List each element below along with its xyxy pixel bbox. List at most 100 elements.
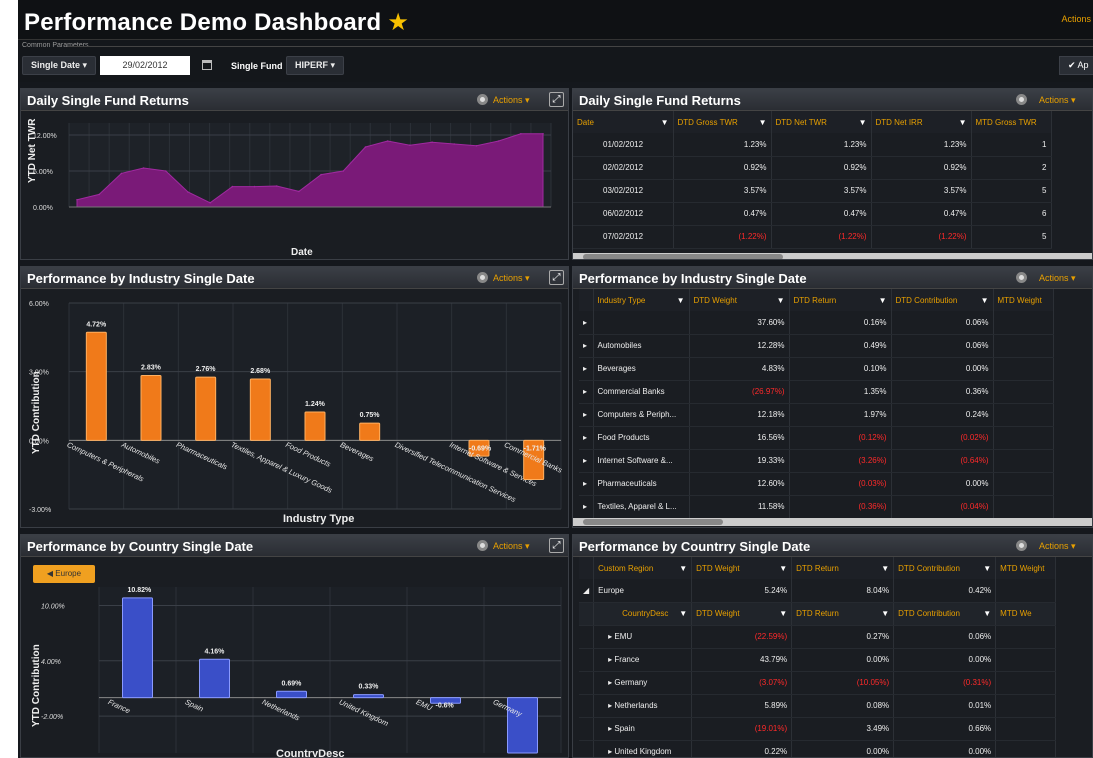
table-row[interactable]: ▸ Netherlands 5.89% 0.08% 0.01%	[579, 694, 1057, 718]
column-header[interactable]: DTD Weight ▼	[691, 557, 793, 579]
single-date-dropdown[interactable]: Single Date ▾	[22, 56, 97, 75]
column-header[interactable]: DTD Contribution ▼	[891, 289, 994, 311]
filter-icon[interactable]: ▼	[777, 296, 785, 305]
table-cell: Pharmaceuticals	[593, 472, 690, 496]
horizontal-scrollbar[interactable]	[573, 253, 1092, 259]
country-chart-panel: Performance by Country Single Date Actio…	[20, 534, 569, 758]
favorite-star-icon[interactable]: ★	[387, 9, 409, 36]
single-fund-dropdown[interactable]: HIPERF ▾	[286, 56, 345, 75]
gear-icon[interactable]	[1016, 540, 1027, 551]
table-row[interactable]: ▸ Computers & Periph... 12.18% 1.97% 0.24%	[579, 403, 1054, 427]
filter-icon[interactable]: ▼	[983, 564, 991, 573]
scrollbar-thumb[interactable]	[583, 519, 723, 525]
table-row[interactable]: ▸ Internet Software &... 19.33% (3.26%) (0.6…	[579, 449, 1054, 473]
table-row[interactable]: ▸ France 43.79% 0.00% 0.00%	[579, 648, 1057, 672]
actions-menu[interactable]: Actions ▾	[1039, 95, 1076, 106]
actions-menu[interactable]: Actions ▾	[1039, 541, 1076, 552]
dashboard-app: Performance Demo Dashboard ★ Actions Comm…	[18, 0, 1093, 758]
top-actions-menu[interactable]: Actions	[1061, 14, 1091, 24]
table-cell	[993, 495, 1054, 519]
filter-icon[interactable]: ▼	[879, 296, 887, 305]
single-date-input[interactable]: 29/02/2012	[100, 56, 190, 75]
table-cell: 0.00%	[891, 357, 994, 381]
actions-menu[interactable]: Actions ▾	[493, 541, 530, 552]
gear-icon[interactable]	[477, 94, 488, 105]
filter-icon[interactable]: ▼	[859, 118, 867, 127]
table-cell: ▸ Germany	[593, 671, 693, 695]
expand-column-header[interactable]	[579, 557, 595, 579]
table-cell	[993, 472, 1054, 496]
actions-menu[interactable]: Actions ▾	[1039, 273, 1076, 284]
filter-icon[interactable]: ▼	[679, 564, 687, 573]
column-header[interactable]: Industry Type ▼	[593, 289, 690, 311]
gear-icon[interactable]	[1016, 94, 1027, 105]
panel-title: Daily Single Fund Returns	[579, 93, 741, 108]
sub-column-header: CountryDesc ▼	[593, 602, 693, 626]
table-cell: (1.22%)	[673, 225, 772, 249]
calendar-icon[interactable]	[202, 60, 212, 70]
table-row[interactable]: ▸ Spain (19.01%) 3.49% 0.66%	[579, 717, 1057, 741]
table-row[interactable]: ▸ United Kingdom 0.22% 0.00% 0.00%	[579, 740, 1057, 757]
horizontal-scrollbar[interactable]	[573, 518, 1092, 526]
column-header[interactable]: DTD Return ▼	[791, 557, 895, 579]
filter-icon[interactable]: ▼	[759, 118, 767, 127]
europe-breadcrumb-button[interactable]: ◀ Europe	[33, 565, 95, 583]
table-row[interactable]: ▸ Commercial Banks (26.97%) 1.35% 0.36%	[579, 380, 1054, 404]
filter-icon[interactable]: ▼	[959, 118, 967, 127]
y-tick-label: -2.00%	[41, 714, 63, 721]
table-row[interactable]: 07/02/2012 (1.22%) (1.22%) (1.22%) 5	[573, 225, 1052, 249]
country-contribution-bar-chart: 10.00%4.00%-2.00%10.82%France4.16%Spain0…	[31, 587, 562, 757]
filter-icon[interactable]: ▼	[983, 609, 991, 618]
column-header[interactable]: DTD Net TWR ▼	[771, 111, 872, 133]
table-row[interactable]: ▸ EMU (22.59%) 0.27% 0.06%	[579, 625, 1057, 649]
filter-icon[interactable]: ▼	[981, 296, 989, 305]
table-row[interactable]: ▸ Germany (3.07%) (10.05%) (0.31%)	[579, 671, 1057, 695]
table-row[interactable]: 03/02/2012 3.57% 3.57% 3.57% 5	[573, 179, 1052, 203]
expand-icon[interactable]: ⤢	[549, 92, 564, 107]
actions-menu[interactable]: Actions ▾	[493, 273, 530, 284]
expand-icon[interactable]: ⤢	[549, 538, 564, 553]
region-row[interactable]: ◢ Europe 5.24% 8.04% 0.42%	[579, 579, 1057, 603]
column-header[interactable]: DTD Return ▼	[789, 289, 892, 311]
filter-icon[interactable]: ▼	[881, 609, 889, 618]
column-header[interactable]: Date ▼	[573, 111, 674, 133]
filter-icon[interactable]: ▼	[779, 564, 787, 573]
column-header[interactable]: MTD Weight	[993, 289, 1054, 311]
table-cell: 0.27%	[791, 625, 895, 649]
gear-icon[interactable]	[477, 540, 488, 551]
filter-icon[interactable]: ▼	[881, 564, 889, 573]
actions-menu[interactable]: Actions ▾	[493, 95, 530, 106]
table-row[interactable]: ▸ Pharmaceuticals 12.60% (0.03%) 0.00%	[579, 472, 1054, 496]
expand-column-header[interactable]	[579, 289, 594, 311]
column-header[interactable]: MTD Gross TWR	[971, 111, 1052, 133]
filter-icon[interactable]: ▼	[661, 118, 669, 127]
table-row[interactable]: ▸ Textiles, Apparel & L... 11.58% (0.36%) (0…	[579, 495, 1054, 519]
expand-icon[interactable]: ⤢	[549, 270, 564, 285]
gear-icon[interactable]	[1016, 272, 1027, 283]
table-row[interactable]: ▸ Beverages 4.83% 0.10% 0.00%	[579, 357, 1054, 381]
column-header[interactable]: DTD Net IRR ▼	[871, 111, 972, 133]
column-header[interactable]: DTD Contribution ▼	[893, 557, 997, 579]
table-row[interactable]: 06/02/2012 0.47% 0.47% 0.47% 6	[573, 202, 1052, 226]
table-row[interactable]: ▸ 37.60% 0.16% 0.06%	[579, 311, 1054, 335]
table-cell: (1.22%)	[871, 225, 972, 249]
table-row[interactable]: 01/02/2012 1.23% 1.23% 1.23% 1	[573, 133, 1052, 157]
table-cell: 07/02/2012	[573, 225, 674, 249]
gear-icon[interactable]	[477, 272, 488, 283]
scrollbar-thumb[interactable]	[583, 254, 783, 259]
apply-button[interactable]: ✔ Ap	[1059, 56, 1093, 75]
table-row[interactable]: ▸ Automobiles 12.28% 0.49% 0.06%	[579, 334, 1054, 358]
column-header[interactable]: DTD Gross TWR ▼	[673, 111, 772, 133]
filter-icon[interactable]: ▼	[779, 609, 787, 618]
table-cell: ▸ Spain	[593, 717, 693, 741]
column-header[interactable]: DTD Weight ▼	[689, 289, 790, 311]
column-header[interactable]: Custom Region ▼	[593, 557, 693, 579]
table-cell: 02/02/2012	[573, 156, 674, 180]
table-row[interactable]: 02/02/2012 0.92% 0.92% 0.92% 2	[573, 156, 1052, 180]
filter-icon[interactable]: ▼	[679, 609, 687, 618]
table-cell: (3.07%)	[691, 671, 793, 695]
filter-icon[interactable]: ▼	[677, 296, 685, 305]
column-header[interactable]: MTD Weight	[995, 557, 1057, 579]
table-row[interactable]: ▸ Food Products 16.56% (0.12%) (0.02%)	[579, 426, 1054, 450]
data-label: 0.33%	[359, 684, 380, 691]
